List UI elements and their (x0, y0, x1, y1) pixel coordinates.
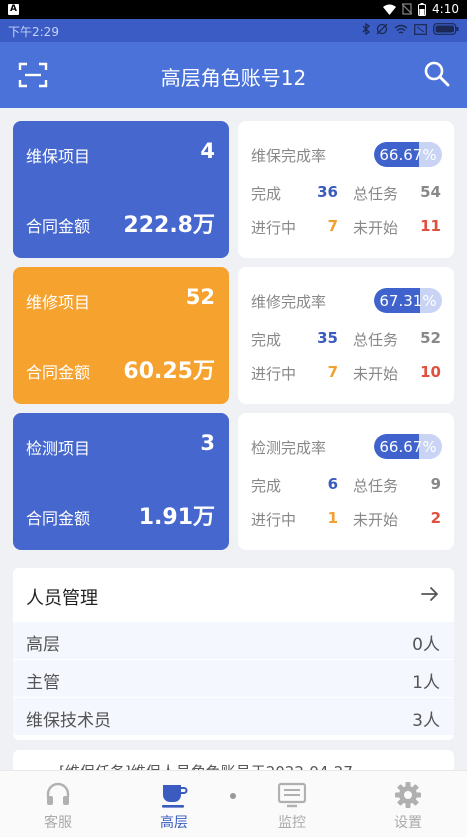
rate-label: 维保完成率 (251, 147, 327, 165)
total-count: 52 (420, 329, 441, 347)
in-progress-label: 进行中 (251, 365, 297, 383)
not-started-label: 未开始 (353, 365, 399, 383)
mute-icon (376, 23, 388, 35)
staff-row[interactable]: 主管 1人 (13, 660, 454, 697)
battery-status-icon (433, 23, 459, 35)
maintenance-project-card[interactable]: 维保项目 4 合同金额 222.8万 (13, 121, 229, 258)
gear-icon (395, 782, 421, 808)
rate-value: 67.31% (379, 292, 437, 310)
status-bar: 下午2:29 (0, 19, 467, 42)
rate-value: 66.67% (379, 438, 437, 456)
done-label: 完成 (251, 477, 282, 495)
staff-row[interactable]: 维保技术员 3人 (13, 698, 454, 735)
screen-icon (414, 23, 427, 35)
staff-count: 0人 (412, 635, 440, 655)
app-header: 高层角色账号12 (0, 42, 467, 108)
total-count: 9 (430, 475, 441, 493)
system-status-bar: A 4:10 (0, 0, 467, 19)
total-count: 54 (420, 183, 441, 201)
done-count: 6 (327, 475, 338, 493)
headset-icon (46, 782, 70, 805)
signal-wifi-icon (394, 24, 408, 34)
inspection-project-card[interactable]: 检测项目 3 合同金额 1.91万 (13, 413, 229, 550)
nav-item-executive[interactable]: 高层 (124, 771, 224, 837)
not-started-count: 10 (420, 363, 441, 381)
staff-count: 1人 (412, 673, 440, 693)
app-notification-icon: A (8, 4, 19, 15)
in-progress-count: 7 (327, 363, 338, 381)
staff-role: 主管 (26, 673, 60, 693)
contract-amount-label: 合同金额 (26, 217, 91, 236)
rate-value: 66.67% (379, 146, 437, 164)
not-started-label: 未开始 (353, 511, 399, 529)
total-label: 总任务 (353, 185, 399, 203)
nav-dot (230, 793, 236, 799)
project-count: 3 (200, 431, 215, 455)
bottom-navigation: 客服 高层 监控 设置 (0, 770, 467, 837)
search-icon[interactable] (423, 60, 451, 88)
nav-item-customer-service[interactable]: 客服 (8, 771, 108, 837)
cup-icon (162, 785, 188, 808)
nav-item-settings[interactable]: 设置 (358, 771, 458, 837)
battery-icon (418, 2, 427, 16)
not-started-count: 2 (430, 509, 441, 527)
total-label: 总任务 (353, 477, 399, 495)
nav-label: 监控 (278, 815, 306, 831)
repair-rate-card[interactable]: 维修完成率 67.31% 完成 35 总任务 52 进行中 7 未开始 10 (238, 267, 454, 404)
staff-management-panel: 人员管理 高层 0人 主管 1人 维保技术员 3人 (13, 568, 454, 740)
contract-amount: 222.8万 (123, 213, 215, 238)
project-label: 维修项目 (26, 293, 91, 312)
status-time: 下午2:29 (8, 25, 59, 39)
nav-item-monitor[interactable]: 监控 (242, 771, 342, 837)
nav-label: 设置 (394, 815, 422, 831)
monitor-icon (278, 782, 306, 808)
done-count: 36 (317, 183, 338, 201)
no-sim-icon (402, 3, 413, 15)
project-label: 维保项目 (26, 147, 91, 166)
rate-label: 检测完成率 (251, 439, 327, 457)
staff-count: 3人 (412, 711, 440, 731)
in-progress-count: 1 (327, 509, 338, 527)
contract-amount-label: 合同金额 (26, 509, 91, 528)
done-label: 完成 (251, 331, 282, 349)
maintenance-rate-card[interactable]: 维保完成率 66.67% 完成 36 总任务 54 进行中 7 未开始 11 (238, 121, 454, 258)
project-count: 52 (185, 285, 215, 309)
system-time: 4:10 (432, 2, 459, 16)
nav-label: 客服 (44, 815, 72, 831)
inspection-rate-card[interactable]: 检测完成率 66.67% 完成 6 总任务 9 进行中 1 未开始 2 (238, 413, 454, 550)
contract-amount-label: 合同金额 (26, 363, 91, 382)
arrow-right-icon[interactable] (420, 584, 440, 604)
rate-progress-pill: 66.67% (374, 434, 442, 459)
rate-progress-pill: 67.31% (374, 288, 442, 313)
done-count: 35 (317, 329, 338, 347)
not-started-count: 11 (420, 217, 441, 235)
contract-amount: 60.25万 (123, 359, 215, 384)
done-label: 完成 (251, 185, 282, 203)
staff-role: 维保技术员 (26, 711, 111, 731)
project-count: 4 (200, 139, 215, 163)
not-started-label: 未开始 (353, 219, 399, 237)
wifi-icon (383, 4, 397, 15)
project-label: 检测项目 (26, 439, 91, 458)
staff-row[interactable]: 高层 0人 (13, 622, 454, 659)
staff-title: 人员管理 (26, 588, 98, 609)
page-title: 高层角色账号12 (160, 66, 307, 90)
in-progress-label: 进行中 (251, 511, 297, 529)
total-label: 总任务 (353, 331, 399, 349)
rate-progress-pill: 66.67% (374, 142, 442, 167)
bluetooth-icon (362, 23, 370, 35)
contract-amount: 1.91万 (138, 505, 215, 530)
in-progress-count: 7 (327, 217, 338, 235)
nav-label: 高层 (160, 815, 188, 831)
in-progress-label: 进行中 (251, 219, 297, 237)
rate-label: 维修完成率 (251, 293, 327, 311)
staff-role: 高层 (26, 635, 60, 655)
repair-project-card[interactable]: 维修项目 52 合同金额 60.25万 (13, 267, 229, 404)
